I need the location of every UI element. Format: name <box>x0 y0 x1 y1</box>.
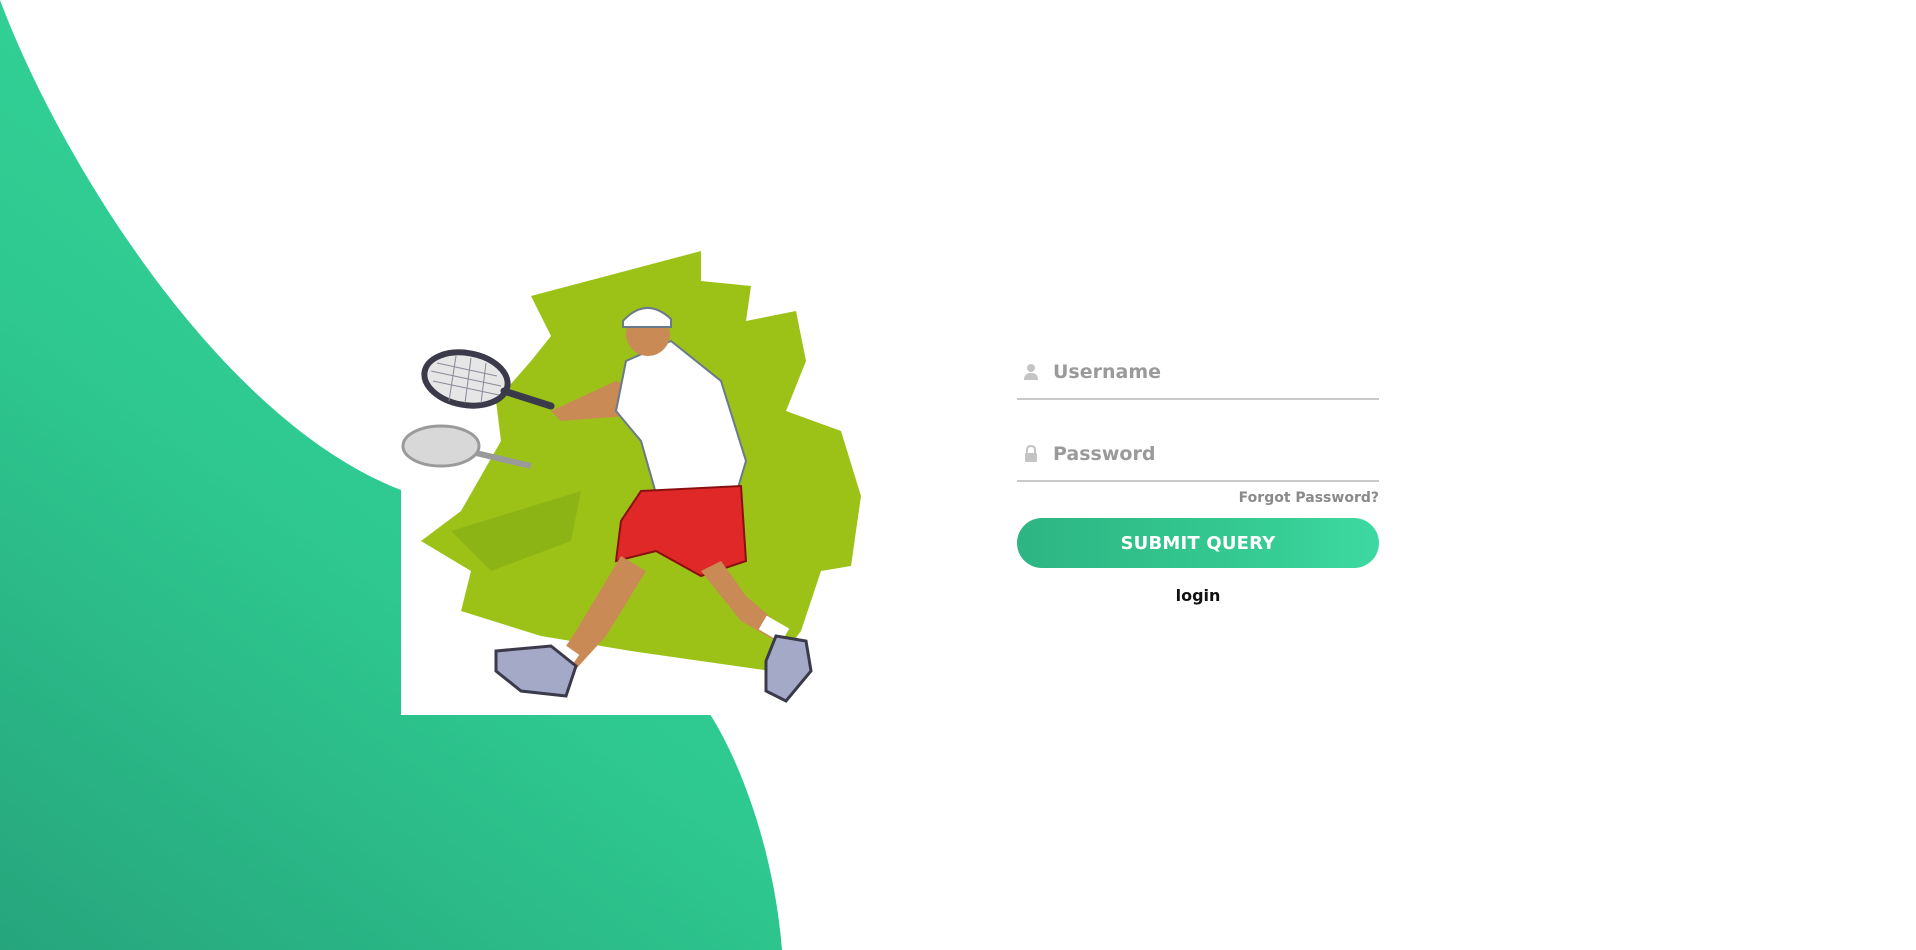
tennis-player-illustration <box>401 241 896 715</box>
login-link[interactable]: login <box>1017 586 1379 605</box>
password-field <box>1017 428 1379 482</box>
username-input[interactable] <box>1053 361 1353 383</box>
background-wave <box>0 0 782 950</box>
password-input[interactable] <box>1053 443 1353 465</box>
lock-icon <box>1025 445 1037 462</box>
login-page: Forgot Password? SUBMIT QUERY login <box>0 0 1916 950</box>
forgot-password-link[interactable]: Forgot Password? <box>1017 490 1379 506</box>
login-form: Forgot Password? SUBMIT QUERY login <box>1017 346 1379 605</box>
tennis-player-icon <box>401 251 861 703</box>
user-icon <box>1024 364 1038 380</box>
submit-query-button[interactable]: SUBMIT QUERY <box>1017 518 1379 568</box>
username-field <box>1017 346 1379 400</box>
